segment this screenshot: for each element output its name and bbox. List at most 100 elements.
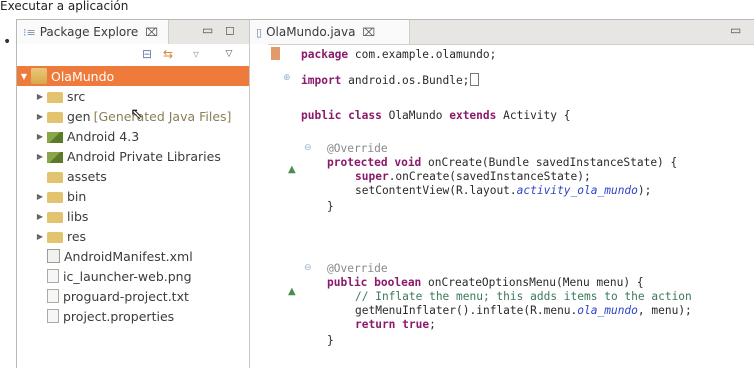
tree-item-android-4-3[interactable]: ▶ Android 4.3 — [17, 126, 249, 146]
keyword: super — [355, 170, 389, 183]
editor-gutter — [250, 44, 268, 368]
code-text: , menu); — [637, 304, 692, 317]
tree-item-label: src — [67, 88, 86, 104]
tree-item-label: assets — [67, 168, 107, 184]
close-icon[interactable]: ⌧ — [145, 26, 158, 39]
tree-item-label: Android 4.3 — [67, 128, 140, 144]
field-reference: ola_mundo — [577, 304, 638, 317]
tree-item-launcher-png[interactable]: ic_launcher-web.png — [17, 266, 249, 286]
tree-item-libs[interactable]: ▶ libs — [17, 206, 249, 226]
tree-item-bin[interactable]: ▶ bin — [17, 186, 249, 206]
fold-collapse-icon[interactable]: ⊖ — [304, 143, 312, 153]
collapsed-arrow-icon[interactable]: ▶ — [35, 132, 45, 141]
tree-item-label: Android Private Libraries — [67, 148, 221, 164]
caption-text: Executar a aplicación — [0, 0, 129, 13]
tab-olamundo-java[interactable]: ▯ OlaMundo.java ⌧ — [250, 20, 410, 44]
tree-item-src[interactable]: ▶ src — [17, 86, 249, 106]
tree-item-label: ic_launcher-web.png — [63, 268, 192, 284]
keyword: extends — [449, 109, 497, 122]
close-icon[interactable]: ⌧ — [362, 26, 375, 39]
collapse-all-icon[interactable]: ⊟ — [140, 47, 154, 61]
tree-item-assets[interactable]: assets — [17, 166, 249, 186]
package-explorer-toolbar: ⊟ ⇆ ▿ ▽ — [17, 44, 249, 66]
keyword: package — [301, 48, 349, 61]
code-line-return: return true; — [355, 318, 436, 331]
java-file-icon: ▯ — [256, 25, 263, 39]
bullet-point: • — [3, 34, 12, 50]
bookmark-marker-icon — [271, 47, 280, 60]
code-line-inflate: getMenuInflater().inflate(R.menu.ola_mun… — [355, 304, 692, 317]
tab-package-explorer[interactable]: ⁝≡ Package Explore ⌧ — [17, 20, 169, 44]
image-file-icon — [47, 269, 59, 283]
import-name: android.os.Bundle; — [348, 74, 470, 87]
package-explorer-view: ⁝≡ Package Explore ⌧ ▭ ◻ ⊟ ⇆ ▿ ▽ ▼ OlaMu… — [17, 20, 250, 368]
collapsed-arrow-icon[interactable]: ▶ — [35, 192, 45, 201]
folder-icon — [47, 172, 63, 183]
collapsed-arrow-icon[interactable]: ▶ — [35, 152, 45, 161]
text-file-icon — [47, 289, 59, 303]
code-line-override: @Override — [327, 262, 388, 275]
code-text: ; — [429, 318, 436, 331]
folder-icon — [47, 192, 63, 203]
tree-item-label: gen — [67, 108, 91, 124]
keyword: import — [301, 74, 342, 87]
tree-item-label: project.properties — [63, 308, 175, 324]
method-signature: onCreate(Bundle savedInstanceState) { — [428, 156, 678, 169]
tree-item-olamundo[interactable]: ▼ OlaMundo — [17, 66, 249, 86]
override-marker-icon: ▲ — [288, 164, 296, 175]
class-name: OlaMundo — [388, 109, 443, 122]
tree-item-manifest[interactable]: AndroidManifest.xml — [17, 246, 249, 266]
android-project-icon — [31, 68, 47, 84]
tree-item-label: libs — [67, 208, 89, 224]
code-text: getMenuInflater().inflate(R.menu. — [355, 304, 578, 317]
expanded-arrow-icon[interactable]: ▼ — [19, 72, 29, 81]
fold-expand-icon[interactable]: ⊕ — [283, 73, 291, 83]
code-text: ); — [637, 184, 652, 197]
generated-decoration: [Generated Java Files] — [93, 108, 232, 124]
tree-item-res[interactable]: ▶ res — [17, 226, 249, 246]
link-with-editor-icon[interactable]: ⇆ — [161, 47, 175, 61]
keyword: protected void — [327, 156, 422, 169]
code-line-comment: // Inflate the menu; this adds items to … — [355, 290, 692, 303]
package-explorer-icon: ⁝≡ — [23, 25, 36, 39]
keyword: public boolean — [327, 276, 422, 289]
code-line-method-oncreate: protected void onCreate(Bundle savedInst… — [327, 156, 677, 169]
method-signature: onCreateOptionsMenu(Menu menu) { — [428, 276, 644, 289]
fold-collapse-icon[interactable]: ⊖ — [304, 263, 312, 273]
collapsed-arrow-icon[interactable]: ▶ — [35, 92, 45, 101]
editor-tabbar: ▯ OlaMundo.java ⌧ ▭ — [250, 20, 754, 45]
field-reference: activity_ola_mundo — [516, 184, 638, 197]
collapsed-arrow-icon[interactable]: ▶ — [35, 212, 45, 221]
tree-item-proguard[interactable]: proguard-project.txt — [17, 286, 249, 306]
minimize-icon[interactable]: ▭ — [730, 23, 741, 37]
library-icon — [47, 132, 63, 143]
collapsed-arrow-icon[interactable]: ▶ — [35, 112, 45, 121]
xml-file-icon — [47, 249, 60, 263]
code-line-brace: } — [327, 200, 334, 213]
library-icon — [47, 152, 63, 163]
tree-item-label: bin — [67, 188, 87, 204]
gen-folder-icon — [47, 112, 63, 123]
tree-item-private-libraries[interactable]: ▶ Android Private Libraries — [17, 146, 249, 166]
collapsed-arrow-icon[interactable]: ▶ — [35, 232, 45, 241]
code-line-import: import android.os.Bundle; — [301, 73, 480, 87]
folder-icon — [47, 232, 63, 243]
code-text: .onCreate(savedInstanceState); — [388, 170, 591, 183]
filter-icon[interactable]: ▿ — [189, 47, 203, 61]
source-folder-icon — [47, 92, 63, 103]
tree-item-project-properties[interactable]: project.properties — [17, 306, 249, 326]
view-menu-icon[interactable]: ▽ — [222, 47, 236, 61]
code-text: setContentView(R.layout. — [355, 184, 517, 197]
code-line-brace: } — [327, 334, 334, 347]
keyword: public class — [301, 109, 382, 122]
keyword: return true — [355, 318, 430, 331]
package-explorer-tabbar: ⁝≡ Package Explore ⌧ ▭ ◻ — [17, 20, 249, 45]
tree-item-label: AndroidManifest.xml — [64, 248, 193, 264]
folder-icon — [47, 212, 63, 223]
code-line-setcontentview: setContentView(R.layout.activity_ola_mun… — [355, 184, 651, 197]
folded-imports-box[interactable] — [470, 73, 480, 86]
minimize-icon[interactable]: ▭ — [202, 23, 213, 37]
code-line-super: super.onCreate(savedInstanceState); — [355, 170, 591, 183]
code-line-override: @Override — [327, 142, 388, 155]
maximize-icon[interactable]: ◻ — [225, 23, 235, 37]
